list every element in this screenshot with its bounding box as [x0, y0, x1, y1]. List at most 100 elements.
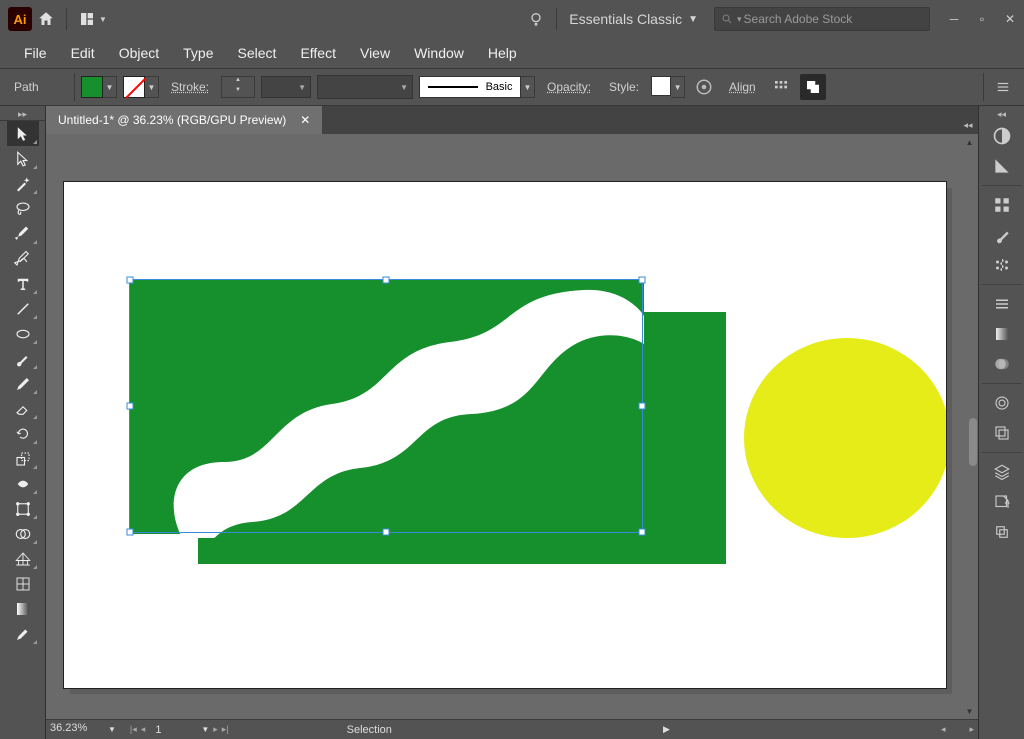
- artboard[interactable]: [64, 182, 946, 688]
- selection-tool[interactable]: [7, 121, 39, 146]
- app-badge: Ai: [8, 7, 32, 31]
- lasso-tool[interactable]: [7, 196, 39, 221]
- expand-tools-icon[interactable]: ▸▸: [0, 108, 46, 121]
- artboards-panel-icon[interactable]: [986, 517, 1018, 547]
- direct-selection-tool[interactable]: [7, 146, 39, 171]
- rotate-tool[interactable]: [7, 421, 39, 446]
- close-button[interactable]: ✕: [996, 9, 1024, 29]
- artwork: [64, 182, 946, 688]
- scroll-up-icon[interactable]: ▲: [961, 134, 978, 150]
- window-controls: ─ ▫ ✕: [940, 9, 1024, 29]
- stroke-label[interactable]: Stroke:: [165, 80, 215, 94]
- scroll-left-icon[interactable]: ◂: [941, 724, 946, 735]
- stroke-panel-icon[interactable]: [986, 289, 1018, 319]
- brush-preview: Basic: [419, 76, 521, 98]
- stroke-weight-stepper[interactable]: ▲▼: [221, 76, 255, 98]
- stroke-swatch: [123, 76, 145, 98]
- align-label[interactable]: Align: [723, 80, 762, 94]
- menu-object[interactable]: Object: [107, 39, 171, 67]
- gradient-panel-icon[interactable]: [986, 319, 1018, 349]
- artboard-number[interactable]: 1: [149, 724, 197, 736]
- type-tool[interactable]: [7, 271, 39, 296]
- asset-export-panel-icon[interactable]: [986, 487, 1018, 517]
- control-menu-icon[interactable]: [990, 74, 1016, 100]
- width-tool[interactable]: [7, 471, 39, 496]
- canvas[interactable]: ▲ ▼ 36.23% ▼ |◂ ◂ 1 ▼ ▸ ▸| Selection: [46, 134, 978, 739]
- arrange-documents-button[interactable]: ▼: [73, 0, 113, 38]
- align-panel-icon[interactable]: [768, 74, 794, 100]
- menu-type[interactable]: Type: [171, 39, 225, 67]
- expand-panels-icon[interactable]: ◂◂: [979, 108, 1024, 121]
- transparency-panel-icon[interactable]: [986, 349, 1018, 379]
- chevron-down-icon: ▼: [103, 76, 117, 98]
- search-input[interactable]: ▾ Search Adobe Stock: [714, 7, 930, 31]
- stroke-profile-dropdown[interactable]: ▼: [261, 76, 311, 98]
- minimize-button[interactable]: ─: [940, 9, 968, 29]
- scale-tool[interactable]: [7, 446, 39, 471]
- tips-icon[interactable]: [522, 0, 550, 38]
- document-tabs: Untitled-1* @ 36.23% (RGB/GPU Preview) ✕…: [46, 106, 978, 134]
- artboard-first-icon[interactable]: |◂: [130, 724, 137, 735]
- menu-view[interactable]: View: [348, 39, 402, 67]
- scroll-down-icon[interactable]: ▼: [961, 703, 978, 719]
- symbols-panel-icon[interactable]: [986, 250, 1018, 280]
- chevron-down-icon: ▼: [521, 76, 535, 98]
- green-rectangle-front[interactable]: [130, 280, 644, 538]
- home-icon[interactable]: [32, 0, 60, 38]
- curvature-tool[interactable]: [7, 246, 39, 271]
- mesh-tool[interactable]: [7, 571, 39, 596]
- shape-builder-tool[interactable]: [7, 521, 39, 546]
- artboard-chevron-icon[interactable]: ▼: [201, 725, 209, 734]
- panel-scroll-thumb[interactable]: [969, 418, 977, 466]
- shape-mode-icon[interactable]: [800, 74, 826, 100]
- menu-edit[interactable]: Edit: [59, 39, 107, 67]
- eraser-tool[interactable]: [7, 396, 39, 421]
- paintbrush-tool[interactable]: [7, 346, 39, 371]
- fill-swatch-control[interactable]: ▼: [81, 76, 117, 98]
- graphic-styles-panel-icon[interactable]: [986, 418, 1018, 448]
- selection-type-label: Path: [8, 80, 68, 94]
- brushes-panel-icon[interactable]: [986, 220, 1018, 250]
- artboard-prev-icon[interactable]: ◂: [141, 724, 146, 735]
- artboard-last-icon[interactable]: ▸|: [222, 724, 229, 735]
- scroll-right-icon[interactable]: ▸: [969, 724, 974, 735]
- layers-panel-icon[interactable]: [986, 457, 1018, 487]
- artboard-next-icon[interactable]: ▸: [213, 724, 218, 735]
- menu-window[interactable]: Window: [402, 39, 476, 67]
- ellipse-tool[interactable]: [7, 321, 39, 346]
- document-tab[interactable]: Untitled-1* @ 36.23% (RGB/GPU Preview) ✕: [46, 106, 322, 134]
- pen-tool[interactable]: [7, 221, 39, 246]
- appearance-panel-icon[interactable]: [986, 388, 1018, 418]
- close-tab-icon[interactable]: ✕: [300, 113, 310, 127]
- perspective-grid-tool[interactable]: [7, 546, 39, 571]
- gradient-tool[interactable]: [7, 596, 39, 621]
- recolor-artwork-icon[interactable]: [691, 74, 717, 100]
- free-transform-tool[interactable]: [7, 496, 39, 521]
- menu-effect[interactable]: Effect: [288, 39, 348, 67]
- color-guide-panel-icon[interactable]: [986, 151, 1018, 181]
- opacity-label[interactable]: Opacity:: [541, 80, 597, 94]
- menu-select[interactable]: Select: [226, 39, 289, 67]
- brush-definition-control[interactable]: Basic ▼: [419, 76, 535, 98]
- menu-file[interactable]: File: [12, 39, 59, 67]
- status-menu-icon[interactable]: ▶: [663, 724, 670, 735]
- stroke-swatch-control[interactable]: ▼: [123, 76, 159, 98]
- color-panel-icon[interactable]: [986, 121, 1018, 151]
- magic-wand-tool[interactable]: [7, 171, 39, 196]
- eyedropper-tool[interactable]: [7, 621, 39, 646]
- swatches-panel-icon[interactable]: [986, 190, 1018, 220]
- maximize-button[interactable]: ▫: [968, 9, 996, 29]
- workspace-switcher[interactable]: Essentials Classic ▼: [563, 11, 704, 27]
- graphic-style-control[interactable]: ▼: [651, 76, 685, 98]
- collapse-panels-icon[interactable]: ◂◂: [958, 120, 978, 134]
- variable-width-dropdown[interactable]: ▼: [317, 75, 413, 99]
- pencil-tool[interactable]: [7, 371, 39, 396]
- line-tool[interactable]: [7, 296, 39, 321]
- separator: [556, 8, 557, 30]
- zoom-chevron-icon[interactable]: ▼: [108, 725, 116, 734]
- yellow-circle[interactable]: [744, 338, 946, 538]
- zoom-level[interactable]: 36.23%: [50, 722, 104, 738]
- menu-help[interactable]: Help: [476, 39, 529, 67]
- document-area: Untitled-1* @ 36.23% (RGB/GPU Preview) ✕…: [46, 106, 978, 739]
- style-label: Style:: [603, 80, 645, 94]
